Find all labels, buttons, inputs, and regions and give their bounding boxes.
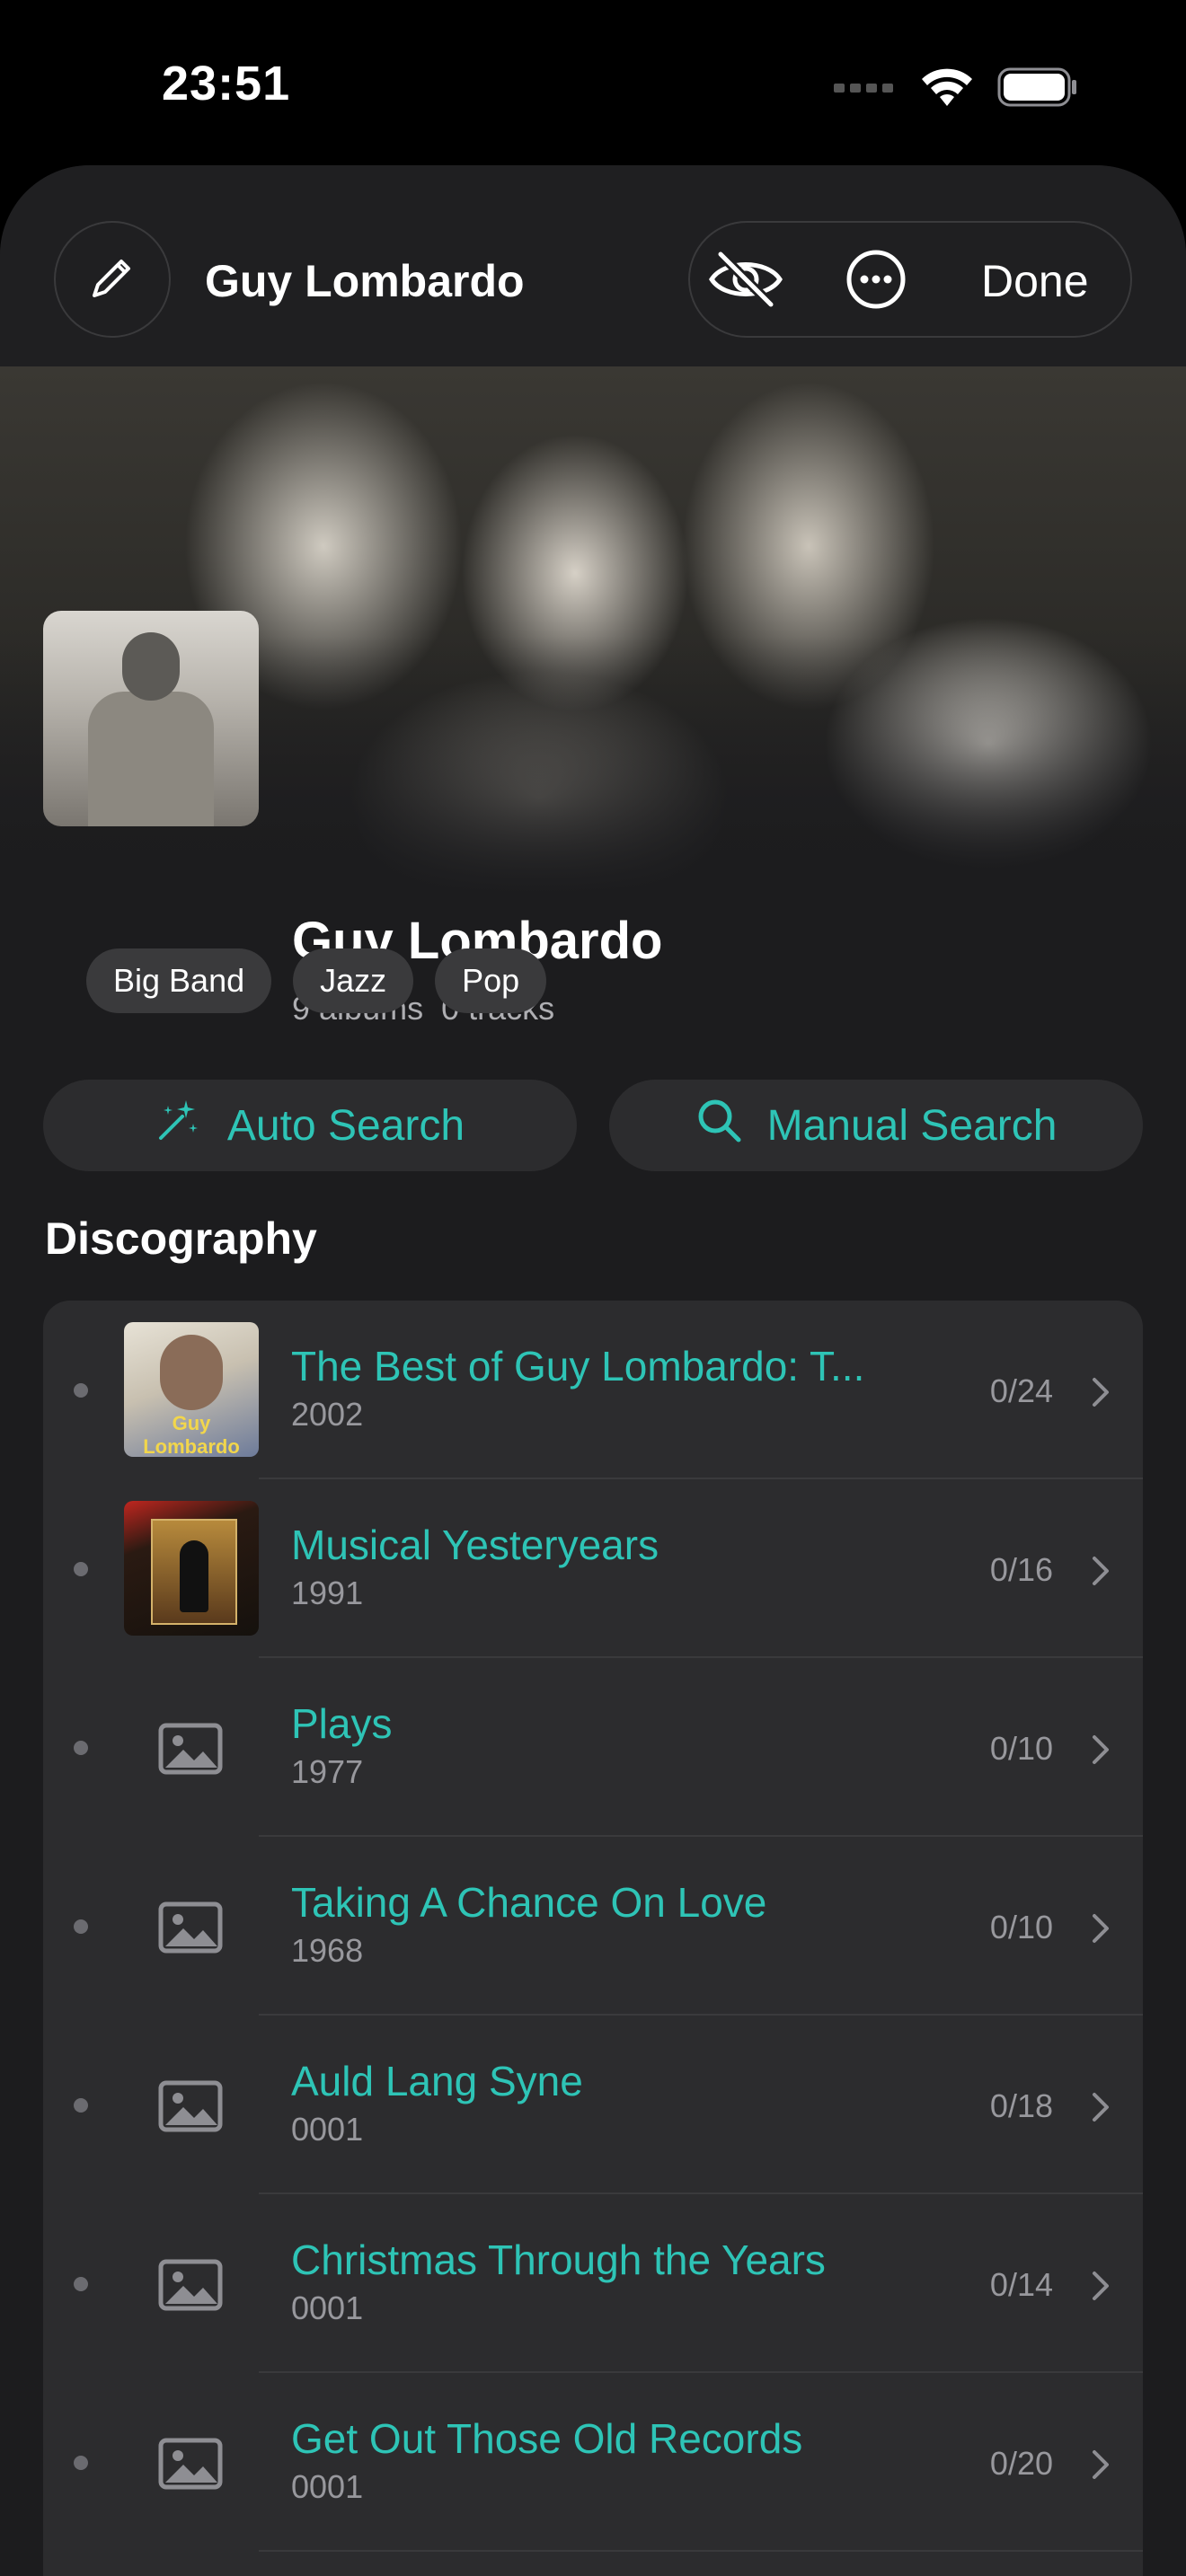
wifi-icon <box>920 66 974 112</box>
album-year: 1968 <box>291 1932 364 1969</box>
album-year: 0001 <box>291 2468 364 2505</box>
photo-placeholder-icon <box>158 2259 223 2311</box>
album-row[interactable]: Musical Yesteryears 1991 0/16 <box>43 1479 1143 1658</box>
genre-chip[interactable]: Big Band <box>86 948 272 1013</box>
album-title: Musical Yesteryears <box>291 1522 659 1568</box>
hide-button[interactable] <box>706 250 785 313</box>
edit-button[interactable] <box>54 221 171 338</box>
row-divider <box>259 2550 1143 2552</box>
album-year: 1991 <box>291 1575 364 1611</box>
ellipsis-circle-icon <box>845 248 907 315</box>
search-icon <box>695 1097 742 1154</box>
album-row[interactable]: Taking A Chance On Love 1968 0/10 <box>43 1837 1143 2016</box>
track-progress: 0/10 <box>989 1909 1053 1945</box>
sheet-header: Guy Lombardo Done <box>0 165 1186 366</box>
track-progress: 0/16 <box>989 1551 1053 1588</box>
status-bar: 23:51 <box>0 0 1186 171</box>
album-year: 2002 <box>291 1396 364 1433</box>
album-year: 1977 <box>291 1753 364 1790</box>
cover-text: Guy Lombardo <box>143 1412 240 1457</box>
done-button[interactable]: Done <box>981 255 1089 307</box>
auto-search-button[interactable]: Auto Search <box>43 1080 577 1171</box>
status-dot <box>74 1919 88 1934</box>
auto-search-label: Auto Search <box>226 1101 465 1150</box>
status-dot <box>74 2098 88 2113</box>
genre-chip[interactable]: Jazz <box>293 948 414 1013</box>
album-row[interactable]: Auld Lang Syne 0001 0/18 <box>43 2016 1143 2194</box>
header-actions: Done <box>688 221 1132 338</box>
manual-search-label: Manual Search <box>766 1101 1058 1150</box>
genre-chips: Big Band Jazz Pop <box>86 948 547 1013</box>
discography-title: Discography <box>45 1213 317 1264</box>
album-title: Plays <box>291 1700 393 1747</box>
album-title: The Best of Guy Lombardo: T... <box>291 1343 865 1389</box>
album-title: Taking A Chance On Love <box>291 1879 767 1926</box>
album-row[interactable]: Guy Lombardo The Best of Guy Lombardo: T… <box>43 1301 1143 1479</box>
album-cover: Guy Lombardo <box>124 1322 259 1457</box>
magic-wand-icon <box>155 1097 202 1154</box>
photo-placeholder-icon <box>158 1723 223 1775</box>
track-progress: 0/20 <box>989 2445 1053 2482</box>
battery-icon <box>997 67 1078 111</box>
status-dot <box>74 1741 88 1755</box>
album-title: Christmas Through the Years <box>291 2236 826 2283</box>
pencil-icon <box>87 252 137 307</box>
artist-sheet: Guy Lombardo Done Guy Lombardo 9 albums … <box>0 165 1186 2576</box>
album-row[interactable]: Christmas Through the Years 0001 0/14 <box>43 2194 1143 2373</box>
status-dot <box>74 2277 88 2291</box>
chevron-right-icon <box>1091 2448 1111 2485</box>
status-dot <box>74 2456 88 2470</box>
track-progress: 0/14 <box>989 2266 1053 2303</box>
cover-portrait <box>160 1335 223 1410</box>
status-icons <box>834 66 1078 112</box>
album-row[interactable]: Plays 1977 0/10 <box>43 1658 1143 1837</box>
album-row[interactable]: Get Out Those Old Records 0001 0/20 <box>43 2373 1143 2552</box>
manual-search-button[interactable]: Manual Search <box>609 1080 1143 1171</box>
chevron-right-icon <box>1091 1376 1111 1413</box>
album-year: 0001 <box>291 2111 364 2148</box>
chevron-right-icon <box>1091 1912 1111 1949</box>
track-progress: 0/24 <box>989 1372 1053 1409</box>
chevron-right-icon <box>1091 1555 1111 1592</box>
album-title: Get Out Those Old Records <box>291 2415 803 2462</box>
track-progress: 0/18 <box>989 2087 1053 2124</box>
album-title: Auld Lang Syne <box>291 2058 583 2104</box>
cellular-signal-icon <box>834 80 897 99</box>
eye-slash-icon <box>706 250 785 313</box>
header-title: Guy Lombardo <box>205 256 525 306</box>
photo-placeholder-icon <box>158 1901 223 1954</box>
album-year: 0001 <box>291 2289 364 2326</box>
chevron-right-icon <box>1091 2091 1111 2128</box>
chevron-right-icon <box>1091 1734 1111 1770</box>
album-cover <box>124 1501 259 1636</box>
photo-placeholder-icon <box>158 2080 223 2132</box>
status-time: 23:51 <box>162 57 291 110</box>
photo-placeholder-icon <box>158 2438 223 2490</box>
chevron-right-icon <box>1091 2270 1111 2307</box>
artist-photo <box>43 611 259 826</box>
status-dot <box>74 1383 88 1398</box>
cover-figure <box>180 1540 208 1612</box>
photo-figure <box>88 692 214 826</box>
track-progress: 0/10 <box>989 1730 1053 1767</box>
more-button[interactable] <box>843 248 909 314</box>
genre-chip[interactable]: Pop <box>435 948 547 1013</box>
photo-head <box>122 632 180 701</box>
album-list: Guy Lombardo The Best of Guy Lombardo: T… <box>43 1301 1143 2576</box>
status-dot <box>74 1562 88 1576</box>
